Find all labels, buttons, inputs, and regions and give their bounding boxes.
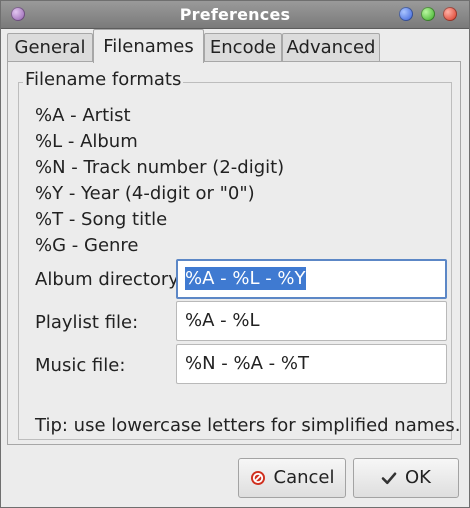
cancel-button[interactable]: Cancel: [238, 458, 346, 498]
title-bar[interactable]: Preferences: [1, 1, 469, 29]
format-code-artist: %A - Artist: [35, 105, 131, 126]
tab-advanced[interactable]: Advanced: [282, 33, 380, 61]
preferences-window: Preferences General Filenames Encode Adv…: [0, 0, 470, 508]
close-icon[interactable]: [443, 7, 457, 21]
ok-button-label: OK: [405, 467, 431, 488]
maximize-icon[interactable]: [421, 7, 435, 21]
playlist-file-input[interactable]: %A - %L: [176, 301, 447, 341]
album-directory-input[interactable]: %A - %L - %Y: [176, 259, 447, 299]
format-code-genre: %G - Genre: [35, 235, 139, 256]
album-directory-label: Album directory:: [35, 269, 184, 290]
ok-button[interactable]: OK: [353, 458, 459, 498]
cancel-button-label: Cancel: [273, 467, 335, 488]
filenames-tab-panel: Filename formats %A - Artist %L - Album …: [7, 61, 461, 445]
tab-filenames[interactable]: Filenames: [93, 29, 204, 63]
album-directory-value: %A - %L - %Y: [185, 267, 306, 290]
group-legend: Filename formats: [23, 69, 184, 90]
playlist-file-label: Playlist file:: [35, 312, 139, 333]
music-file-input[interactable]: %N - %A - %T: [176, 344, 447, 384]
format-code-year: %Y - Year (4-digit or "0"): [35, 183, 255, 204]
music-file-label: Music file:: [35, 355, 126, 376]
tip-text: Tip: use lowercase letters for simplifie…: [35, 415, 461, 436]
format-code-song-title: %T - Song title: [35, 209, 168, 230]
tab-general[interactable]: General: [7, 33, 93, 61]
minimize-icon[interactable]: [399, 7, 413, 21]
format-code-track-number: %N - Track number (2-digit): [35, 157, 285, 178]
no-entry-icon: [250, 462, 266, 500]
checkmark-icon: [381, 462, 397, 500]
tab-encode[interactable]: Encode: [204, 33, 282, 61]
format-code-album: %L - Album: [35, 131, 138, 152]
